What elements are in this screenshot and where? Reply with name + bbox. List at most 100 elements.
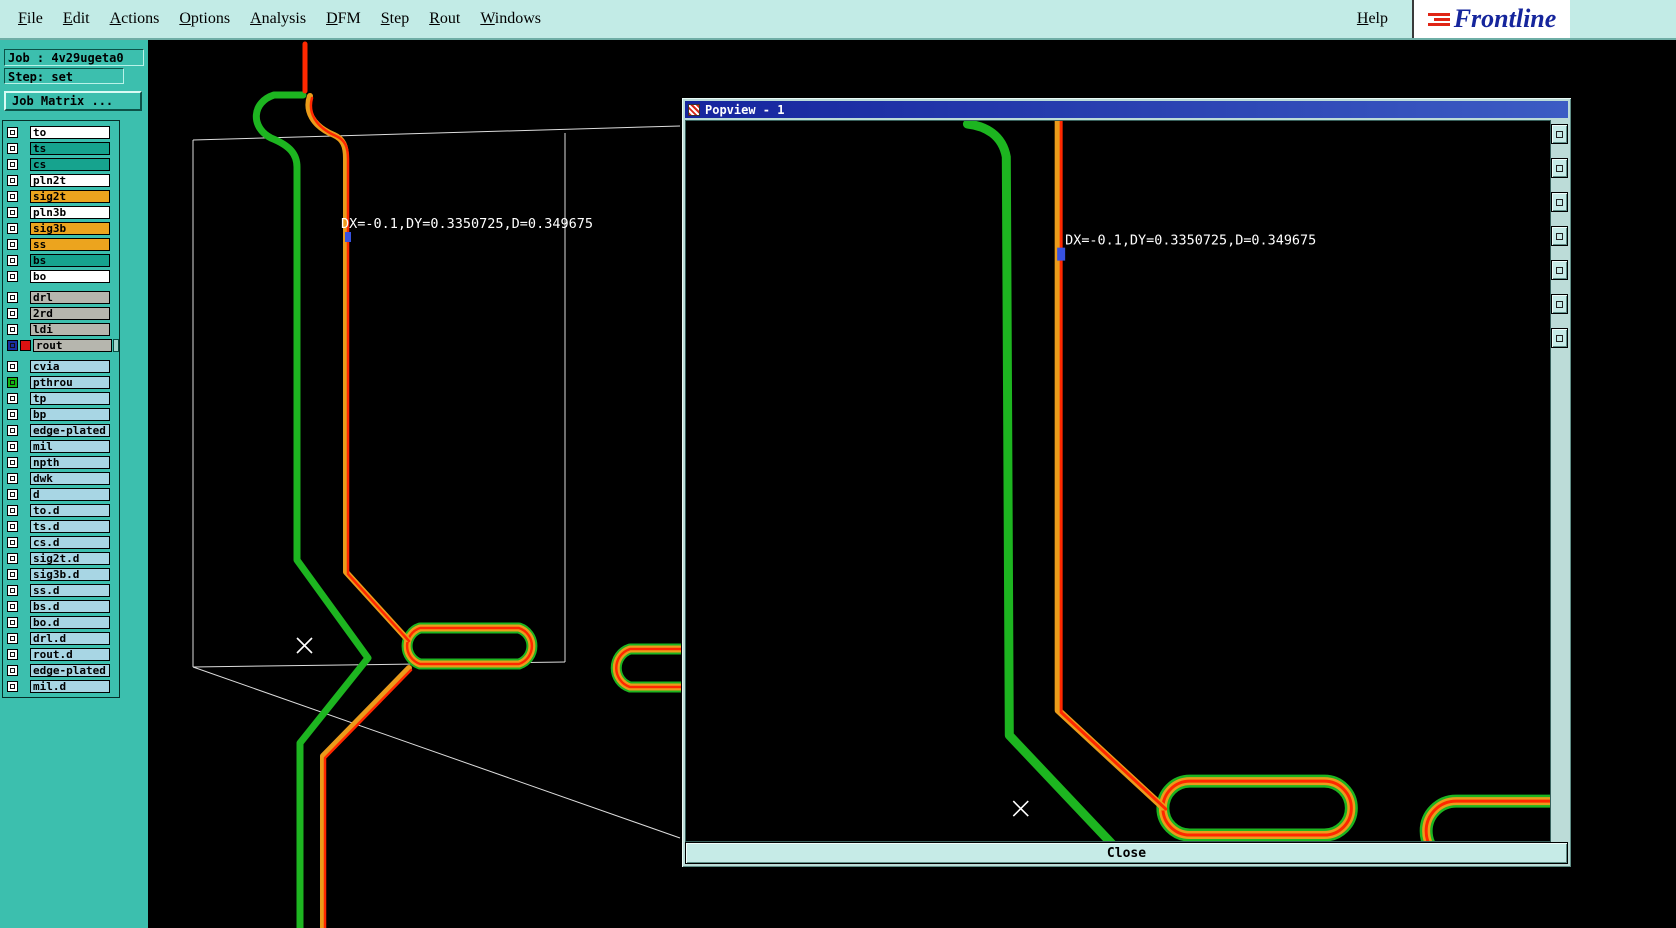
- layer-row-pln3b[interactable]: pln3b: [3, 204, 119, 220]
- layer-name-label[interactable]: pln3b: [30, 205, 110, 219]
- layer-visibility-checkbox[interactable]: [7, 536, 18, 548]
- layer-name-label[interactable]: bp: [30, 407, 110, 421]
- layer-visibility-checkbox[interactable]: [7, 552, 18, 564]
- layer-name-label[interactable]: sig2t.d: [30, 551, 110, 565]
- menu-item-step[interactable]: Step: [371, 10, 419, 28]
- layer-row-mil.d[interactable]: mil.d: [3, 678, 119, 694]
- layer-name-label[interactable]: mil.d: [30, 679, 110, 693]
- layer-name-label[interactable]: cs.d: [30, 535, 110, 549]
- layer-visibility-checkbox[interactable]: [7, 440, 18, 452]
- layer-row-cs[interactable]: cs: [3, 156, 119, 172]
- layer-row-mil[interactable]: mil: [3, 438, 119, 454]
- popview-tool-2-button[interactable]: [1551, 158, 1568, 178]
- popview-tool-1-button[interactable]: [1551, 124, 1568, 144]
- popview-tool-5-button[interactable]: [1551, 260, 1568, 280]
- layer-visibility-checkbox[interactable]: [7, 616, 18, 628]
- menu-item-analysis[interactable]: Analysis: [240, 10, 316, 28]
- layer-row-to[interactable]: to: [3, 124, 119, 140]
- layer-visibility-checkbox[interactable]: [7, 291, 18, 303]
- layer-visibility-checkbox[interactable]: [7, 190, 18, 202]
- layer-visibility-checkbox[interactable]: [7, 504, 18, 516]
- layer-visibility-checkbox[interactable]: [7, 584, 18, 596]
- layer-name-label[interactable]: rout: [33, 338, 112, 352]
- layer-name-label[interactable]: edge-plated: [30, 663, 110, 677]
- layer-visibility-checkbox[interactable]: [7, 270, 18, 282]
- layer-row-sig2t.d[interactable]: sig2t.d: [3, 550, 119, 566]
- layer-visibility-checkbox[interactable]: [7, 600, 18, 612]
- layer-visibility-checkbox[interactable]: [7, 222, 18, 234]
- popview-window[interactable]: Popview - 1 DX=-0.1,DY=0.3350725,D=0.349…: [681, 97, 1572, 868]
- layer-visibility-checkbox[interactable]: [7, 206, 18, 218]
- layer-visibility-checkbox[interactable]: [7, 472, 18, 484]
- layer-visibility-checkbox[interactable]: [7, 456, 18, 468]
- popview-canvas[interactable]: DX=-0.1,DY=0.3350725,D=0.349675: [685, 120, 1551, 842]
- layer-visibility-checkbox[interactable]: [7, 392, 18, 404]
- layer-row-bs.d[interactable]: bs.d: [3, 598, 119, 614]
- menu-item-rout[interactable]: Rout: [419, 10, 470, 28]
- menu-item-windows[interactable]: Windows: [470, 10, 551, 28]
- layer-visibility-checkbox[interactable]: [7, 360, 18, 372]
- layer-visibility-checkbox[interactable]: [7, 339, 18, 351]
- popview-tool-3-button[interactable]: [1551, 192, 1568, 212]
- layer-row-ss.d[interactable]: ss.d: [3, 582, 119, 598]
- menu-item-actions[interactable]: Actions: [100, 10, 170, 28]
- layer-row-pthrou[interactable]: pthrou: [3, 374, 119, 390]
- popview-titlebar[interactable]: Popview - 1: [685, 101, 1568, 118]
- layer-name-label[interactable]: pthrou: [30, 375, 110, 389]
- layer-row-cs.d[interactable]: cs.d: [3, 534, 119, 550]
- popview-close-button[interactable]: Close: [685, 842, 1568, 864]
- layer-visibility-checkbox[interactable]: [7, 488, 18, 500]
- layer-visibility-checkbox[interactable]: [7, 424, 18, 436]
- layer-visibility-checkbox[interactable]: [7, 158, 18, 170]
- layer-name-label[interactable]: ts: [30, 141, 110, 155]
- layer-name-label[interactable]: bs.d: [30, 599, 110, 613]
- layer-row-cvia[interactable]: cvia: [3, 358, 119, 374]
- layer-name-label[interactable]: to: [30, 125, 110, 139]
- layer-visibility-checkbox[interactable]: [7, 254, 18, 266]
- layer-name-label[interactable]: npth: [30, 455, 110, 469]
- layer-row-ts[interactable]: ts: [3, 140, 119, 156]
- menu-item-dfm[interactable]: DFM: [316, 10, 371, 28]
- layer-name-label[interactable]: 2rd: [30, 306, 110, 320]
- layer-row-drl.d[interactable]: drl.d: [3, 630, 119, 646]
- popview-tool-4-button[interactable]: [1551, 226, 1568, 246]
- layer-row-bo[interactable]: bo: [3, 268, 119, 284]
- layer-visibility-checkbox[interactable]: [7, 174, 18, 186]
- layer-name-label[interactable]: cvia: [30, 359, 110, 373]
- layer-row-tp[interactable]: tp: [3, 390, 119, 406]
- layer-row-d[interactable]: d: [3, 486, 119, 502]
- layer-visibility-checkbox[interactable]: [7, 142, 18, 154]
- layer-row-edge-plated[interactable]: edge-plated: [3, 422, 119, 438]
- layer-visibility-checkbox[interactable]: [7, 307, 18, 319]
- layer-row-rout[interactable]: rout: [3, 337, 119, 353]
- layer-visibility-checkbox[interactable]: [7, 238, 18, 250]
- layer-row-rout.d[interactable]: rout.d: [3, 646, 119, 662]
- layer-name-label[interactable]: dwk: [30, 471, 110, 485]
- layer-name-label[interactable]: sig3b.d: [30, 567, 110, 581]
- layer-name-label[interactable]: ss: [30, 237, 110, 251]
- layer-row-sig3b[interactable]: sig3b: [3, 220, 119, 236]
- layer-name-label[interactable]: drl: [30, 290, 110, 304]
- layer-row-sig3b.d[interactable]: sig3b.d: [3, 566, 119, 582]
- layer-name-label[interactable]: mil: [30, 439, 110, 453]
- layer-name-label[interactable]: ss.d: [30, 583, 110, 597]
- layer-visibility-checkbox[interactable]: [7, 568, 18, 580]
- menu-item-edit[interactable]: Edit: [53, 10, 100, 28]
- popview-tool-7-button[interactable]: [1551, 328, 1568, 348]
- layer-row-dwk[interactable]: dwk: [3, 470, 119, 486]
- layer-row-edge-plated[interactable]: edge-plated: [3, 662, 119, 678]
- layer-visibility-checkbox[interactable]: [7, 376, 18, 388]
- menu-item-file[interactable]: File: [8, 10, 53, 28]
- layer-visibility-checkbox[interactable]: [7, 648, 18, 660]
- layer-name-label[interactable]: ts.d: [30, 519, 110, 533]
- layer-visibility-checkbox[interactable]: [7, 408, 18, 420]
- layer-row-pln2t[interactable]: pln2t: [3, 172, 119, 188]
- layer-row-ts.d[interactable]: ts.d: [3, 518, 119, 534]
- layer-row-npth[interactable]: npth: [3, 454, 119, 470]
- layer-name-label[interactable]: bo: [30, 269, 110, 283]
- layer-visibility-checkbox[interactable]: [7, 680, 18, 692]
- layer-row-bs[interactable]: bs: [3, 252, 119, 268]
- popview-tool-6-button[interactable]: [1551, 294, 1568, 314]
- layer-name-label[interactable]: drl.d: [30, 631, 110, 645]
- layer-row-bo.d[interactable]: bo.d: [3, 614, 119, 630]
